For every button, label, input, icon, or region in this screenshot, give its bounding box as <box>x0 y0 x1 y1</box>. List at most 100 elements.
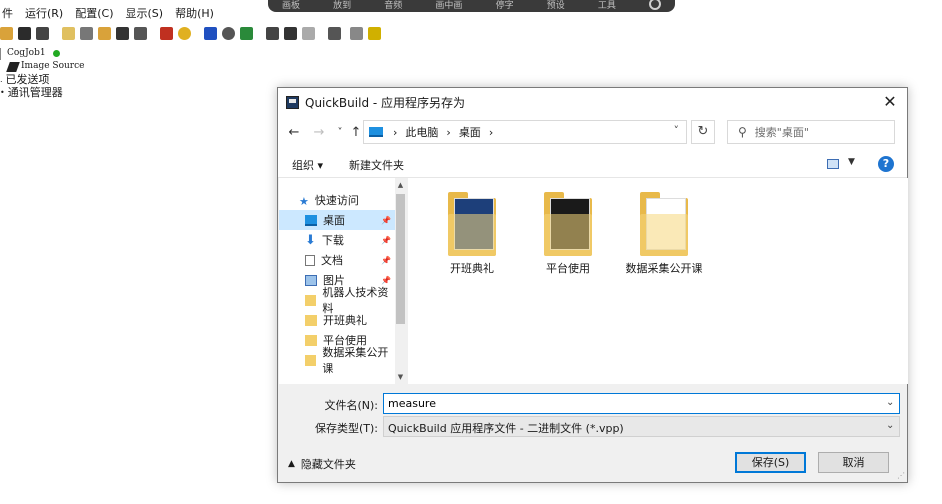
tree-line <box>0 47 4 60</box>
folder-icon <box>305 294 317 306</box>
file-list: 开班典礼 平台使用 数据采集公开课 <box>408 178 908 384</box>
save-icon[interactable] <box>18 26 31 40</box>
run-continuous-icon[interactable] <box>178 26 191 40</box>
save-as-icon[interactable] <box>36 26 49 40</box>
up-arrow-icon[interactable]: ↑ <box>348 125 364 141</box>
address-bar[interactable]: › 此电脑 › 桌面 › ˅ <box>363 120 687 144</box>
properties-icon[interactable] <box>350 26 363 40</box>
breadcrumb-desktop[interactable]: 桌面 <box>459 124 481 140</box>
tree-bullet-icon: • <box>0 88 5 97</box>
disk-multi-icon[interactable] <box>134 26 147 40</box>
pin-icon[interactable]: 📌 <box>381 236 391 245</box>
sidebar-item-label: 文档 <box>321 254 343 267</box>
scroll-down-icon[interactable]: ▼ <box>395 373 406 381</box>
address-dropdown-icon[interactable]: ˅ <box>674 124 680 137</box>
folder-name: 数据采集公开课 <box>625 262 703 275</box>
scroll-up-icon[interactable]: ▲ <box>395 181 406 189</box>
folder-item[interactable]: 数据采集公开课 <box>616 188 712 284</box>
back-arrow-icon[interactable]: ← <box>286 125 302 141</box>
pin-icon[interactable]: 📌 <box>381 216 391 225</box>
organize-button[interactable]: 组织 ▾ <box>292 157 323 173</box>
run-once-icon[interactable] <box>160 26 173 40</box>
close-icon[interactable]: ✕ <box>881 93 899 111</box>
command-bar: 组织 ▾ 新建文件夹 ▼ ? <box>278 150 907 178</box>
picture-icon <box>305 274 317 286</box>
app-toolbar <box>0 24 420 42</box>
grid-icon[interactable] <box>302 26 315 40</box>
menu-run[interactable]: 运行(R) <box>23 5 65 21</box>
new-job-icon[interactable] <box>62 26 75 40</box>
search-icon: ⚲ <box>738 125 747 139</box>
sidebar-item-label: 快速访问 <box>314 194 359 207</box>
floatbar-item[interactable]: 预设 <box>547 0 565 11</box>
floatbar-item[interactable]: 画板 <box>282 0 300 11</box>
star-icon: ★ <box>299 194 309 208</box>
scrollbar-thumb[interactable] <box>396 194 405 324</box>
graph-icon[interactable] <box>328 26 341 40</box>
menu-view[interactable]: 显示(S) <box>124 5 166 21</box>
menu-file-partial[interactable]: 件 <box>0 5 15 21</box>
search-box[interactable]: ⚲ 搜索"桌面" <box>727 120 895 144</box>
floatbar-item[interactable]: 音频 <box>384 0 402 11</box>
tree-item-sent[interactable]: . 已发送项 <box>0 73 84 86</box>
menu-help[interactable]: 帮助(H) <box>173 5 216 21</box>
reset-icon[interactable] <box>222 26 235 40</box>
pin-icon[interactable]: 📌 <box>381 256 391 265</box>
disk-icon[interactable] <box>116 26 129 40</box>
breadcrumb-this-pc[interactable]: 此电脑 <box>405 124 438 140</box>
tree-item-image-source[interactable]: Image Source <box>0 60 84 73</box>
floatbar-item[interactable]: 画中画 <box>435 0 462 11</box>
sidebar-item-label: 下载 <box>321 234 344 247</box>
chart-icon[interactable] <box>240 26 253 40</box>
app-icon <box>286 95 299 109</box>
filename-dropdown-icon[interactable]: ⌄ <box>886 397 894 408</box>
copy-icon[interactable] <box>80 26 93 40</box>
recent-locations-dropdown-icon[interactable]: ˅ <box>332 125 348 141</box>
help-icon[interactable] <box>368 26 381 40</box>
tree-item-job[interactable]: CogJob1 <box>0 47 84 60</box>
folder-item[interactable]: 开班典礼 <box>424 188 520 284</box>
floatbar-item[interactable]: 工具 <box>598 0 616 11</box>
layout-icon[interactable] <box>284 26 297 40</box>
display-icon[interactable] <box>266 26 279 40</box>
folder-open-icon[interactable] <box>98 26 111 40</box>
help-icon[interactable]: ? <box>878 156 894 172</box>
tree-item-comm[interactable]: • 通讯管理器 <box>0 86 84 99</box>
filename-row: 文件名(N): ⌄ <box>278 393 907 415</box>
cancel-button[interactable]: 取消 <box>818 452 889 473</box>
sidebar-item-quick-access[interactable]: ★ 快速访问 <box>279 190 395 210</box>
open-icon[interactable] <box>0 26 13 40</box>
folder-icon <box>305 354 317 366</box>
sidebar-item-folder[interactable]: 数据采集公开课 <box>279 346 395 375</box>
filetype-select[interactable]: QuickBuild 应用程序文件 - 二进制文件 (*.vpp) <box>383 416 900 437</box>
sidebar-item-documents[interactable]: 文档 📌 <box>279 250 395 270</box>
floatbar-item[interactable]: 停字 <box>496 0 514 11</box>
refresh-icon[interactable]: ↻ <box>691 120 715 144</box>
new-folder-button[interactable]: 新建文件夹 <box>349 157 404 173</box>
sidebar-item-desktop[interactable]: 桌面 📌 <box>279 210 395 230</box>
floatbar-item[interactable]: 放到 <box>333 0 351 11</box>
stop-icon[interactable] <box>204 26 217 40</box>
hide-folders-toggle[interactable]: ▲ 隐藏文件夹 <box>288 456 356 472</box>
sidebar-scrollbar[interactable]: ▲ ▼ <box>395 178 406 384</box>
view-dropdown-icon[interactable]: ▼ <box>848 157 855 167</box>
record-circle-icon[interactable] <box>648 0 661 10</box>
folder-name: 平台使用 <box>546 262 590 275</box>
view-options-icon[interactable] <box>827 159 839 169</box>
sidebar-item-folder[interactable]: 开班典礼 <box>279 310 395 330</box>
filetype-dropdown-icon[interactable]: ⌄ <box>886 420 894 431</box>
resize-grip-icon[interactable]: ⋰ <box>897 471 905 480</box>
forward-arrow-icon[interactable]: → <box>311 125 327 141</box>
save-button[interactable]: 保存(S) <box>735 452 806 473</box>
filename-field[interactable] <box>383 393 900 414</box>
document-icon <box>305 254 315 266</box>
dialog-titlebar[interactable]: QuickBuild - 应用程序另存为 ✕ <box>278 88 907 116</box>
folder-icon <box>640 192 688 256</box>
folder-name: 开班典礼 <box>450 262 494 275</box>
navigation-bar: ← → ˅ ↑ › 此电脑 › 桌面 › ˅ ↻ ⚲ 搜索"桌面" <box>278 116 907 150</box>
sidebar-item-downloads[interactable]: ⬇ 下载 📌 <box>279 230 395 250</box>
dialog-title: QuickBuild - 应用程序另存为 <box>305 95 466 110</box>
folder-item[interactable]: 平台使用 <box>520 188 616 284</box>
sidebar-item-folder[interactable]: 机器人技术资料 <box>279 286 395 315</box>
menu-config[interactable]: 配置(C) <box>73 5 115 21</box>
